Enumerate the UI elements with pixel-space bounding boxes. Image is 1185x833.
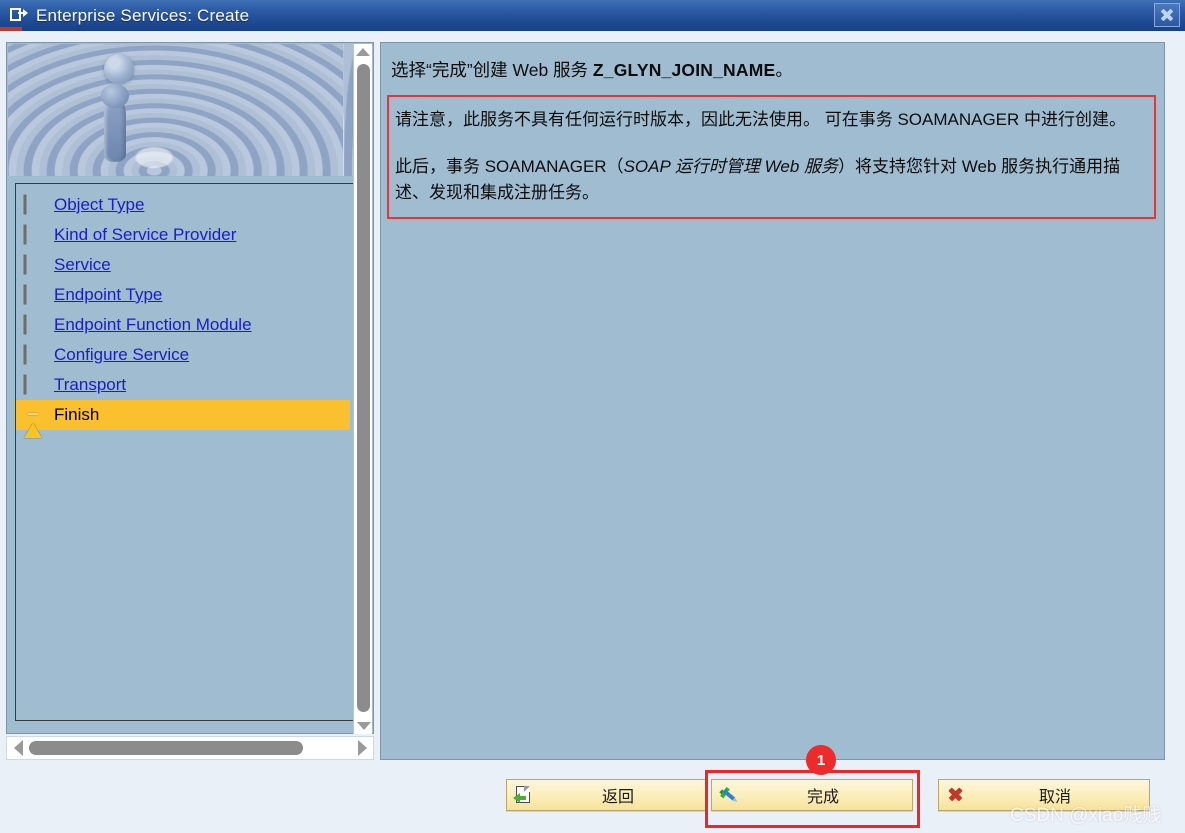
dialog-footer: 返回 完成 取消 (0, 765, 1185, 833)
green-led-icon (24, 196, 42, 214)
sidebar-item-finish[interactable]: Finish (16, 400, 350, 438)
export-window-icon (10, 8, 28, 23)
sidebar-item-label: Finish (54, 405, 100, 424)
sidebar-item-label: Service (54, 255, 111, 274)
notice-paragraph-2: 此后，事务 SOAMANAGER（SOAP 运行时管理 Web 服务）将支持您针… (395, 154, 1144, 205)
wizard-sidebar: Object Type Kind of Service Provider Ser… (6, 42, 374, 734)
wizard-content-panel: 选择“完成”创建 Web 服务 Z_GLYN_JOIN_NAME。 请注意，此服… (380, 42, 1165, 760)
green-led-icon (24, 376, 42, 394)
scroll-left-arrow-icon[interactable] (7, 740, 29, 756)
green-check-pen-icon (718, 785, 740, 805)
close-button[interactable] (1154, 3, 1180, 27)
notice-p2-italic: SOAP 运行时管理 Web 服务 (623, 157, 839, 177)
horizontal-scrollbar-thumb[interactable] (29, 741, 303, 755)
page-title-suffix: 。 (775, 60, 793, 80)
window-title-bar: Enterprise Services: Create (0, 0, 1185, 31)
water-droplet-splash-image (8, 44, 356, 176)
sidebar-item-label: Configure Service (54, 345, 190, 364)
sidebar-item-label: Endpoint Function Module (54, 315, 252, 334)
green-led-icon (24, 316, 42, 334)
sidebar-item-endpoint-type[interactable]: Endpoint Type (16, 280, 354, 310)
cancel-button-label: 取消 (1038, 789, 1071, 806)
notice-box: 请注意，此服务不具有任何运行时版本，因此无法使用。 可在事务 SOAMANAGE… (387, 94, 1156, 220)
droplet-column-shape (101, 84, 129, 162)
sidebar-item-label: Kind of Service Provider (54, 225, 237, 244)
cancel-button[interactable]: 取消 (938, 779, 1150, 811)
finish-button-label: 完成 (806, 789, 839, 806)
close-icon (1160, 8, 1174, 22)
warning-triangle-icon (24, 406, 42, 438)
sidebar-item-object-type[interactable]: Object Type (16, 190, 354, 220)
vertical-scrollbar-thumb[interactable] (357, 64, 370, 712)
sidebar-item-service[interactable]: Service (16, 250, 354, 280)
service-name: Z_GLYN_JOIN_NAME (592, 60, 776, 80)
sidebar-vertical-scrollbar[interactable] (353, 44, 372, 734)
sidebar-item-label: Object Type (54, 195, 145, 214)
finish-button[interactable]: 完成 (711, 779, 913, 811)
droplet-ball-shape (104, 54, 134, 84)
sidebar-item-transport[interactable]: Transport (16, 370, 354, 400)
sidebar-item-label: Endpoint Type (54, 285, 163, 304)
back-button-label: 返回 (601, 789, 634, 806)
sidebar-item-configure-service[interactable]: Configure Service (16, 340, 354, 370)
green-led-icon (24, 226, 42, 244)
sidebar-item-kind-of-service-provider[interactable]: Kind of Service Provider (16, 220, 354, 250)
green-led-icon (24, 346, 42, 364)
notice-paragraph-1: 请注意，此服务不具有任何运行时版本，因此无法使用。 可在事务 SOAMANAGE… (395, 109, 1127, 129)
page-back-arrow-icon (513, 785, 535, 805)
scroll-up-arrow-icon[interactable] (354, 44, 372, 60)
green-led-icon (24, 286, 42, 304)
sidebar-horizontal-scrollbar[interactable] (6, 736, 374, 760)
scroll-right-arrow-icon[interactable] (351, 740, 373, 756)
page-title: 选择“完成”创建 Web 服务 Z_GLYN_JOIN_NAME。 (391, 59, 1164, 83)
wizard-step-list: Object Type Kind of Service Provider Ser… (15, 183, 355, 721)
sidebar-item-label: Transport (54, 375, 127, 394)
sidebar-item-endpoint-function-module[interactable]: Endpoint Function Module (16, 310, 354, 340)
back-button[interactable]: 返回 (506, 779, 708, 811)
notice-p2-part1: 此后，事务 SOAMANAGER（ (395, 157, 624, 177)
scroll-down-arrow-icon[interactable] (354, 718, 373, 734)
window-title: Enterprise Services: Create (36, 5, 250, 25)
page-title-prefix: 选择“完成”创建 Web 服务 (391, 60, 593, 80)
enterprise-services-create-window: Enterprise Services: Create Object Type … (0, 0, 1185, 833)
red-x-icon (945, 785, 967, 805)
green-led-icon (24, 256, 42, 274)
